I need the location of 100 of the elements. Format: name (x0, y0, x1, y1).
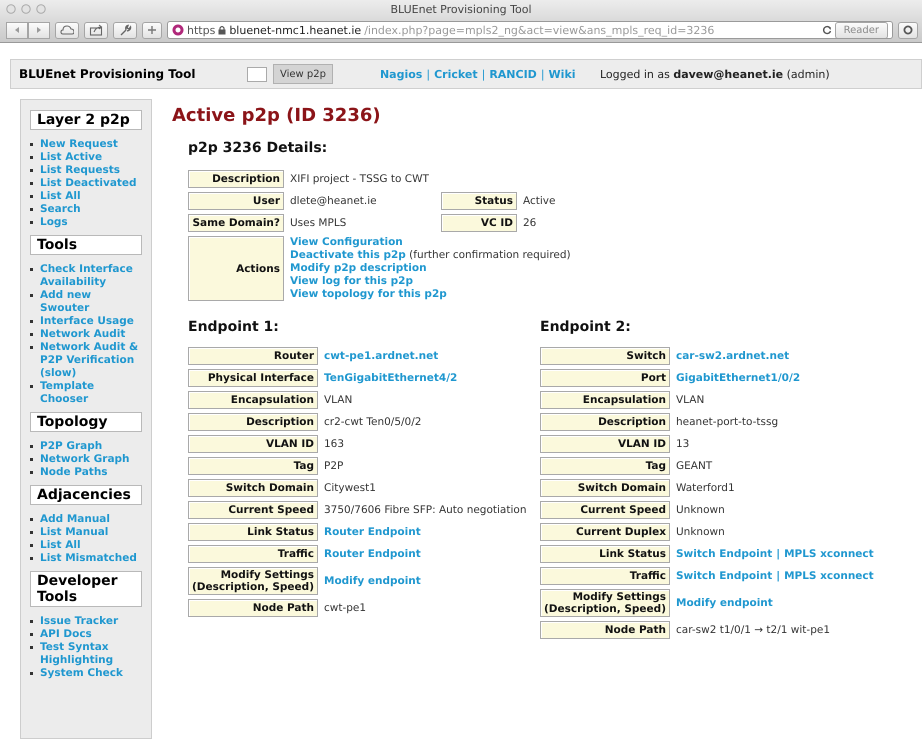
value-link[interactable]: cwt-pe1.ardnet.net (324, 350, 438, 362)
action-link[interactable]: View log for this p2p (290, 275, 413, 288)
bullet-icon (30, 471, 33, 474)
sidebar-link[interactable]: System Check (40, 667, 123, 680)
field-label: Encapsulation (188, 391, 318, 409)
sidebar-link[interactable]: List All (40, 190, 81, 203)
share-button[interactable] (84, 22, 108, 38)
bullet-icon (30, 633, 33, 636)
value-link[interactable]: car-sw2.ardnet.net (676, 350, 790, 362)
value-link[interactable]: Switch Endpoint (676, 570, 772, 582)
plus-icon (147, 25, 157, 35)
field-label: Physical Interface (188, 369, 318, 387)
value-link[interactable]: Modify endpoint (676, 597, 773, 609)
bullet-icon (30, 385, 33, 388)
search-field[interactable] (247, 66, 267, 82)
bullet-icon (30, 646, 33, 649)
field-label: Tag (540, 457, 670, 475)
separator: | (776, 570, 780, 582)
sidebar-link[interactable]: List Manual (40, 526, 108, 539)
value-link[interactable]: Router Endpoint (324, 526, 421, 538)
sidebar-link[interactable]: Check Interface Availability (40, 263, 142, 289)
sidebar-link[interactable]: P2P Graph (40, 440, 102, 453)
bullet-icon (30, 531, 33, 534)
share-icon (89, 24, 103, 36)
nav-link[interactable]: Cricket (434, 68, 478, 80)
sidebar-link[interactable]: Network Audit (40, 328, 126, 341)
view-button[interactable]: View p2p (273, 64, 333, 84)
action-link[interactable]: Modify p2p description (290, 262, 427, 275)
bullet-icon (30, 458, 33, 461)
back-button[interactable] (6, 22, 28, 38)
field-label: Switch (540, 347, 670, 365)
bullet-icon (30, 182, 33, 185)
sidebar-link[interactable]: List All (40, 539, 81, 552)
bullet-icon (30, 195, 33, 198)
tools-button[interactable] (113, 22, 137, 38)
field-value: GEANT (675, 459, 714, 474)
field-label: Tag (188, 457, 318, 475)
action-link[interactable]: View topology for this p2p (290, 288, 447, 301)
nav-link[interactable]: Wiki (548, 68, 576, 80)
app-title: BLUEnet Provisioning Tool (19, 67, 196, 81)
sidebar-link[interactable]: List Mismatched (40, 552, 137, 565)
downloads-button[interactable] (898, 22, 918, 38)
sidebar-link[interactable]: New Request (40, 138, 118, 151)
sidebar-link[interactable]: Add new Swouter (40, 289, 142, 315)
sidebar-link[interactable]: Template Chooser (40, 380, 142, 406)
new-tab-button[interactable] (142, 22, 162, 38)
nav-link[interactable]: RANCID (489, 68, 537, 80)
action-link[interactable]: Deactivate this p2p (290, 249, 406, 261)
field-label: Actions (188, 236, 284, 301)
value-link[interactable]: MPLS xconnect (784, 548, 874, 560)
forward-button[interactable] (28, 22, 50, 38)
sidebar-link[interactable]: Test Syntax Highlighting (40, 641, 142, 667)
field-label: Traffic (188, 545, 318, 563)
field-label: Traffic (540, 567, 670, 585)
field-value: VLAN (675, 393, 706, 408)
section-heading: Endpoint 1: (188, 319, 280, 335)
sidebar-link[interactable]: List Active (40, 151, 102, 164)
reload-icon (822, 25, 832, 35)
sidebar-link[interactable]: Network Audit & P2P Verification (slow) (40, 341, 142, 380)
separator: | (482, 68, 486, 80)
bullet-icon (30, 143, 33, 146)
field-value: 13 (675, 437, 690, 452)
sidebar-link[interactable]: Search (40, 203, 81, 216)
field-label: Modify Settings (Description, Speed) (540, 589, 670, 617)
separator: | (776, 548, 780, 560)
field-label: Status (441, 192, 517, 210)
section-heading: Adjacencies (30, 485, 142, 505)
value-link[interactable]: Switch Endpoint (676, 548, 772, 560)
nav-link[interactable]: Nagios (380, 68, 422, 80)
sidebar-link[interactable]: List Deactivated (40, 177, 137, 190)
value-link[interactable]: Modify endpoint (324, 575, 421, 587)
sidebar-link[interactable]: Network Graph (40, 453, 130, 466)
sidebar-link[interactable]: Interface Usage (40, 315, 134, 328)
section-heading: Layer 2 p2p (30, 110, 142, 130)
value-link[interactable]: GigabitEthernet1/0/2 (676, 372, 800, 384)
section-heading: Developer Tools (30, 571, 142, 607)
lock-icon (218, 25, 226, 35)
sidebar-link[interactable]: Add Manual (40, 513, 110, 526)
field-value: cr2-cwt Ten0/5/0/2 (323, 415, 422, 430)
sidebar-link[interactable]: Logs (40, 216, 68, 229)
section-heading: Tools (30, 235, 142, 255)
field-value: Citywest1 (323, 481, 377, 496)
separator: | (426, 68, 430, 80)
cloud-button[interactable] (55, 22, 79, 38)
bullet-icon (30, 445, 33, 448)
field-label: Current Speed (540, 501, 670, 519)
login-status: Logged in as davew@heanet.ie (admin) (600, 68, 830, 80)
action-link[interactable]: View Configuration (290, 236, 403, 249)
value-link[interactable]: Router Endpoint (324, 548, 421, 560)
sidebar-link[interactable]: Node Paths (40, 466, 108, 479)
back-arrow-icon (13, 26, 21, 34)
value-link[interactable]: MPLS xconnect (784, 570, 874, 582)
page-title: Active p2p (ID 3236) (172, 105, 382, 126)
section-heading: p2p 3236 Details: (188, 140, 328, 156)
value-link[interactable]: TenGigabitEthernet4/2 (324, 372, 458, 384)
field-value: 3750/7606 Fibre SFP: Auto negotiation (323, 503, 528, 518)
section-heading: Topology (30, 412, 142, 432)
sidebar-link[interactable]: Issue Tracker (40, 615, 118, 628)
sidebar-link[interactable]: List Requests (40, 164, 120, 177)
sidebar-link[interactable]: API Docs (40, 628, 92, 641)
